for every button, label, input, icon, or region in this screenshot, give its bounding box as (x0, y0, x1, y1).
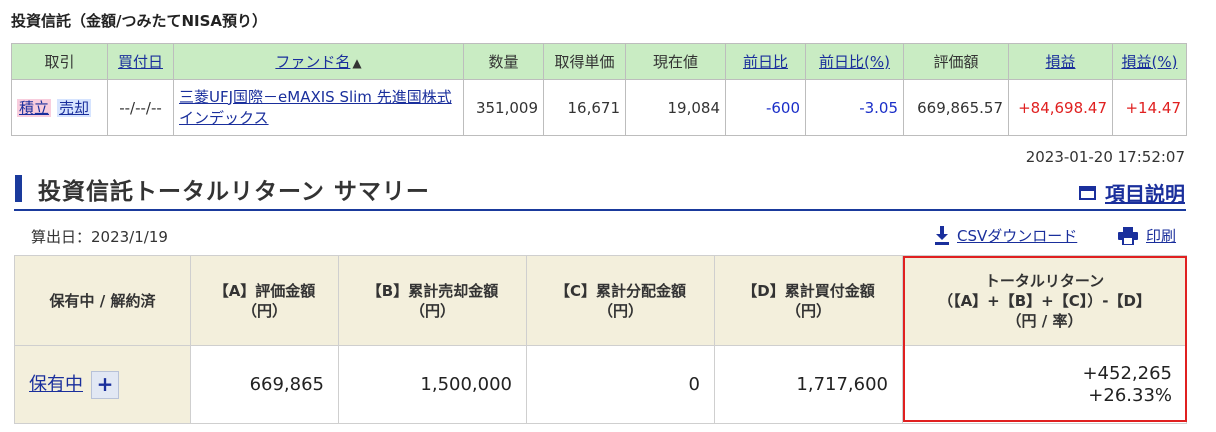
avg-cost-cell: 16,671 (543, 79, 626, 136)
sold-amount-cell: 1,500,000 (338, 345, 527, 424)
col-c-unit: （円） (597, 301, 643, 320)
help-link[interactable]: 項目説明 (1079, 178, 1185, 207)
col-fund-name[interactable]: ファンド名 ▲ (173, 43, 464, 80)
col-trade: 取引 (11, 43, 108, 80)
pl-pct-cell: +14.47 (1112, 79, 1187, 136)
timestamp: 2023-01-20 17:52:07 (1025, 148, 1185, 166)
sort-day-change-link[interactable]: 前日比 (743, 53, 788, 71)
valuation-amount-cell: 669,865 (190, 345, 339, 424)
table-row: 積立 売却 --/--/-- 三菱UFJ国際－eMAXIS Slim 先進国株式イ… (11, 79, 1187, 136)
dividend-amount-cell: 0 (526, 345, 715, 424)
holdings-header-row: 取引 買付日 ファンド名 ▲ 数量 取得単価 現在値 前日比 前日比(%) 評価額… (11, 43, 1187, 80)
col-tr-title: トータルリターン (984, 271, 1105, 290)
col-buy-date[interactable]: 買付日 (107, 43, 174, 80)
total-return-pct: +26.33% (1088, 384, 1172, 406)
window-icon (1079, 185, 1096, 200)
sort-ascending-icon: ▲ (352, 56, 362, 70)
trade-cell: 積立 売却 (11, 79, 108, 136)
calc-date: 算出日：2023/1/19 (31, 228, 168, 246)
sort-buy-date-link[interactable]: 買付日 (118, 53, 163, 71)
col-c-title: 【C】累計分配金額 (554, 281, 686, 300)
current-price-cell: 19,084 (625, 79, 726, 136)
col-tr-unit: （円 / 率） (1006, 311, 1083, 330)
status-cell: 保有中 + (14, 345, 191, 424)
accumulate-button[interactable]: 積立 (17, 99, 52, 117)
csv-download-link[interactable]: CSVダウンロード (935, 225, 1077, 246)
sort-day-change-pct-link[interactable]: 前日比(%) (819, 53, 890, 71)
col-a-title: 【A】評価金額 (213, 281, 316, 300)
download-icon (935, 226, 949, 245)
sell-button[interactable]: 売却 (57, 99, 92, 117)
fund-section-heading: 投資信託（金額/つみたてNISA預り） (11, 12, 268, 30)
total-return-yen: +452,265 (1082, 362, 1172, 384)
col-pl[interactable]: 損益 (1008, 43, 1113, 80)
col-a-unit: （円） (241, 301, 287, 320)
table-row: 保有中 + 669,865 1,500,000 0 1,717,600 +452,… (14, 345, 1187, 424)
buy-date-cell: --/--/-- (107, 79, 174, 136)
pl-cell: +84,698.47 (1008, 79, 1113, 136)
sort-fund-name-link[interactable]: ファンド名 (275, 53, 350, 71)
col-pl-pct[interactable]: 損益(%) (1112, 43, 1187, 80)
printer-icon (1118, 226, 1138, 245)
col-d-unit: （円） (785, 301, 831, 320)
col-b-sold: 【B】累計売却金額 （円） (338, 255, 527, 346)
col-b-unit: （円） (409, 301, 455, 320)
col-status: 保有中 / 解約済 (14, 255, 191, 346)
col-valuation: 評価額 (903, 43, 1009, 80)
sort-pl-link[interactable]: 損益 (1045, 53, 1075, 71)
csv-download-label[interactable]: CSVダウンロード (957, 225, 1077, 246)
fund-holdings-table: 取引 買付日 ファンド名 ▲ 数量 取得単価 現在値 前日比 前日比(%) 評価額… (11, 43, 1187, 136)
total-return-table: 保有中 / 解約済 【A】評価金額 （円） 【B】累計売却金額 （円） 【C】累… (14, 255, 1187, 424)
col-d-purchased: 【D】累計買付金額 （円） (714, 255, 903, 346)
purchased-amount-cell: 1,717,600 (714, 345, 903, 424)
col-day-change-pct[interactable]: 前日比(%) (805, 43, 904, 80)
fund-name-link[interactable]: 三菱UFJ国際－eMAXIS Slim 先進国株式インデックス (179, 87, 458, 129)
print-label[interactable]: 印刷 (1146, 225, 1176, 246)
col-current: 現在値 (625, 43, 726, 80)
day-change-pct-cell: -3.05 (805, 79, 904, 136)
col-day-change[interactable]: 前日比 (725, 43, 806, 80)
holding-status-link[interactable]: 保有中 (29, 374, 83, 395)
col-tr-formula: （【A】+【B】+【C】）-【D】 (938, 291, 1151, 310)
col-c-dividends: 【C】累計分配金額 （円） (526, 255, 715, 346)
expand-button[interactable]: + (91, 371, 119, 399)
fund-name-cell[interactable]: 三菱UFJ国際－eMAXIS Slim 先進国株式インデックス (173, 79, 464, 136)
section-marker (15, 175, 22, 202)
col-total-return: トータルリターン （【A】+【B】+【C】）-【D】 （円 / 率） (902, 255, 1187, 346)
help-link-label[interactable]: 項目説明 (1105, 178, 1185, 207)
day-change-cell: -600 (725, 79, 806, 136)
section-divider (14, 209, 1186, 211)
col-avg-cost: 取得単価 (543, 43, 626, 80)
sort-pl-pct-link[interactable]: 損益(%) (1122, 53, 1178, 71)
total-return-cell: +452,265 +26.33% (902, 345, 1187, 424)
summary-title: 投資信託トータルリターン サマリー (38, 179, 430, 205)
col-quantity: 数量 (463, 43, 544, 80)
col-b-title: 【B】累計売却金額 (366, 281, 499, 300)
col-a-valuation: 【A】評価金額 （円） (190, 255, 339, 346)
summary-header-row: 保有中 / 解約済 【A】評価金額 （円） 【B】累計売却金額 （円） 【C】累… (14, 255, 1187, 346)
quantity-cell: 351,009 (463, 79, 544, 136)
print-link[interactable]: 印刷 (1118, 225, 1176, 246)
valuation-cell: 669,865.57 (903, 79, 1009, 136)
col-d-title: 【D】累計買付金額 (742, 281, 875, 300)
